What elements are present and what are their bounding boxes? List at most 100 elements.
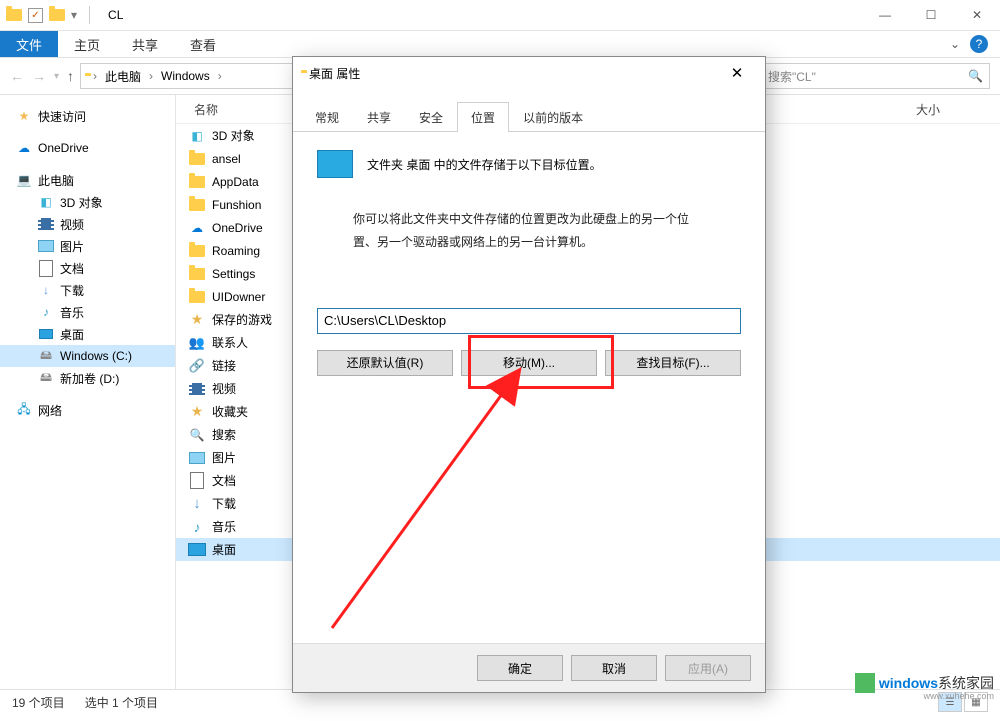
breadcrumb[interactable]: 此电脑	[105, 68, 141, 85]
list-item-label: 桌面	[212, 541, 236, 558]
help-icon[interactable]: ?	[970, 35, 988, 53]
nav-history-dropdown[interactable]: ▾	[54, 71, 59, 82]
dialog-tab[interactable]: 安全	[405, 102, 457, 132]
properties-dialog: 桌面 属性 ✕ 常规共享安全位置以前的版本 文件夹 桌面 中的文件存储于以下目标…	[292, 56, 766, 693]
title-bar: ✓ ▾ CL — ☐ ✕	[0, 0, 1000, 31]
desktop-folder-thumb-icon	[317, 150, 353, 178]
minimize-button[interactable]: —	[862, 0, 908, 30]
threed-icon: ◧	[188, 127, 206, 145]
list-item-label: 视频	[212, 380, 236, 397]
selected-count: 选中 1 个项目	[85, 694, 158, 711]
link-icon: 🔗	[188, 357, 206, 375]
sidebar-item-windows-c[interactable]: 🖴Windows (C:)	[0, 345, 175, 367]
qa-checkbox-icon[interactable]: ✓	[28, 8, 43, 23]
list-item-label: 收藏夹	[212, 403, 248, 420]
dialog-title: 桌面 属性	[309, 65, 360, 82]
item-count: 19 个项目	[12, 694, 65, 711]
sidebar-item-music[interactable]: ♪音乐	[0, 301, 175, 323]
ribbon-expand-icon[interactable]: ⌄	[950, 37, 960, 51]
doc-icon	[188, 472, 206, 490]
ribbon-tab-share[interactable]: 共享	[116, 31, 174, 57]
location-path-input[interactable]	[317, 308, 741, 334]
sidebar-item-videos[interactable]: 视频	[0, 213, 175, 235]
house-icon	[855, 673, 875, 693]
breadcrumb[interactable]: Windows	[161, 69, 210, 83]
list-item-label: Roaming	[212, 244, 260, 258]
dialog-title-bar: 桌面 属性 ✕	[293, 57, 765, 89]
list-item-label: OneDrive	[212, 221, 263, 235]
dialog-close-button[interactable]: ✕	[717, 59, 757, 87]
window-title: CL	[102, 8, 123, 22]
nav-back-button[interactable]: ←	[10, 68, 24, 84]
folder-icon	[188, 173, 206, 191]
search-icon[interactable]: 🔍	[968, 69, 983, 83]
fav-icon: ★	[188, 403, 206, 421]
list-item-label: 链接	[212, 357, 236, 374]
dialog-tab[interactable]: 以前的版本	[509, 102, 597, 132]
sidebar-item-volume-d[interactable]: 🖴新加卷 (D:)	[0, 367, 175, 389]
qa-overflow-icon[interactable]: ▾	[71, 8, 77, 22]
sidebar-item-network[interactable]: 🖧网络	[0, 399, 175, 421]
folder-icon	[188, 242, 206, 260]
folder-icon	[6, 7, 22, 23]
list-item-label: 联系人	[212, 334, 248, 351]
folder-icon	[188, 150, 206, 168]
dialog-tab[interactable]: 共享	[353, 102, 405, 132]
video-icon	[188, 380, 206, 398]
dialog-tab[interactable]: 常规	[301, 102, 353, 132]
people-icon: 👥	[188, 334, 206, 352]
cloud-icon: ☁	[188, 219, 206, 237]
list-item-label: Settings	[212, 267, 255, 281]
dialog-description: 你可以将此文件夹中文件存储的位置更改为此硬盘上的另一个位 置、另一个驱动器或网络…	[353, 208, 741, 254]
apply-button[interactable]: 应用(A)	[665, 655, 751, 681]
find-target-button[interactable]: 查找目标(F)...	[605, 350, 741, 376]
restore-default-button[interactable]: 还原默认值(R)	[317, 350, 453, 376]
desktop-icon	[188, 541, 206, 559]
dialog-tab[interactable]: 位置	[457, 102, 509, 132]
search-placeholder: 搜索"CL"	[768, 68, 816, 85]
sidebar-item-desktop[interactable]: 桌面	[0, 323, 175, 345]
sidebar-item-onedrive[interactable]: ☁OneDrive	[0, 137, 175, 159]
dl-icon: ↓	[188, 495, 206, 513]
ribbon-tab-file[interactable]: 文件	[0, 31, 58, 57]
ribbon-tab-home[interactable]: 主页	[58, 31, 116, 57]
search-icon: 🔍	[188, 426, 206, 444]
sidebar-item-documents[interactable]: 文档	[0, 257, 175, 279]
list-item-label: 文档	[212, 472, 236, 489]
sidebar-item-quick-access[interactable]: ★快速访问	[0, 105, 175, 127]
folder-icon	[188, 288, 206, 306]
move-button[interactable]: 移动(M)...	[461, 350, 597, 376]
music-icon: ♪	[188, 518, 206, 536]
ribbon-tab-view[interactable]: 查看	[174, 31, 232, 57]
nav-forward-button[interactable]: →	[32, 68, 46, 84]
maximize-button[interactable]: ☐	[908, 0, 954, 30]
list-item-label: 下载	[212, 495, 236, 512]
nav-up-button[interactable]: ↑	[67, 68, 74, 84]
sidebar-item-downloads[interactable]: ↓下载	[0, 279, 175, 301]
close-button[interactable]: ✕	[954, 0, 1000, 30]
list-item-label: Funshion	[212, 198, 261, 212]
list-item-label: 保存的游戏	[212, 311, 272, 328]
dialog-tabs: 常规共享安全位置以前的版本	[293, 101, 765, 132]
folder-icon-2	[49, 7, 65, 23]
fav-icon: ★	[188, 311, 206, 329]
list-item-label: AppData	[212, 175, 259, 189]
search-input[interactable]: 搜索"CL" 🔍	[761, 63, 990, 89]
list-item-label: 图片	[212, 449, 236, 466]
pic-icon	[188, 449, 206, 467]
navigation-pane: ★快速访问 ☁OneDrive 💻此电脑 ◧3D 对象 视频 图片 文档 ↓下载…	[0, 95, 176, 689]
column-size[interactable]: 大小	[916, 101, 1000, 118]
folder-icon	[188, 265, 206, 283]
list-item-label: 3D 对象	[212, 127, 255, 144]
sidebar-item-3d-objects[interactable]: ◧3D 对象	[0, 191, 175, 213]
cancel-button[interactable]: 取消	[571, 655, 657, 681]
dialog-storage-text: 文件夹 桌面 中的文件存储于以下目标位置。	[367, 156, 602, 173]
folder-icon	[188, 196, 206, 214]
sidebar-item-this-pc[interactable]: 💻此电脑	[0, 169, 175, 191]
list-item-label: 音乐	[212, 518, 236, 535]
list-item-label: UIDowner	[212, 290, 265, 304]
ribbon: 文件 主页 共享 查看 ⌄ ?	[0, 31, 1000, 58]
watermark: windows系统家园 www.xuhehe.com	[855, 673, 994, 693]
sidebar-item-pictures[interactable]: 图片	[0, 235, 175, 257]
ok-button[interactable]: 确定	[477, 655, 563, 681]
